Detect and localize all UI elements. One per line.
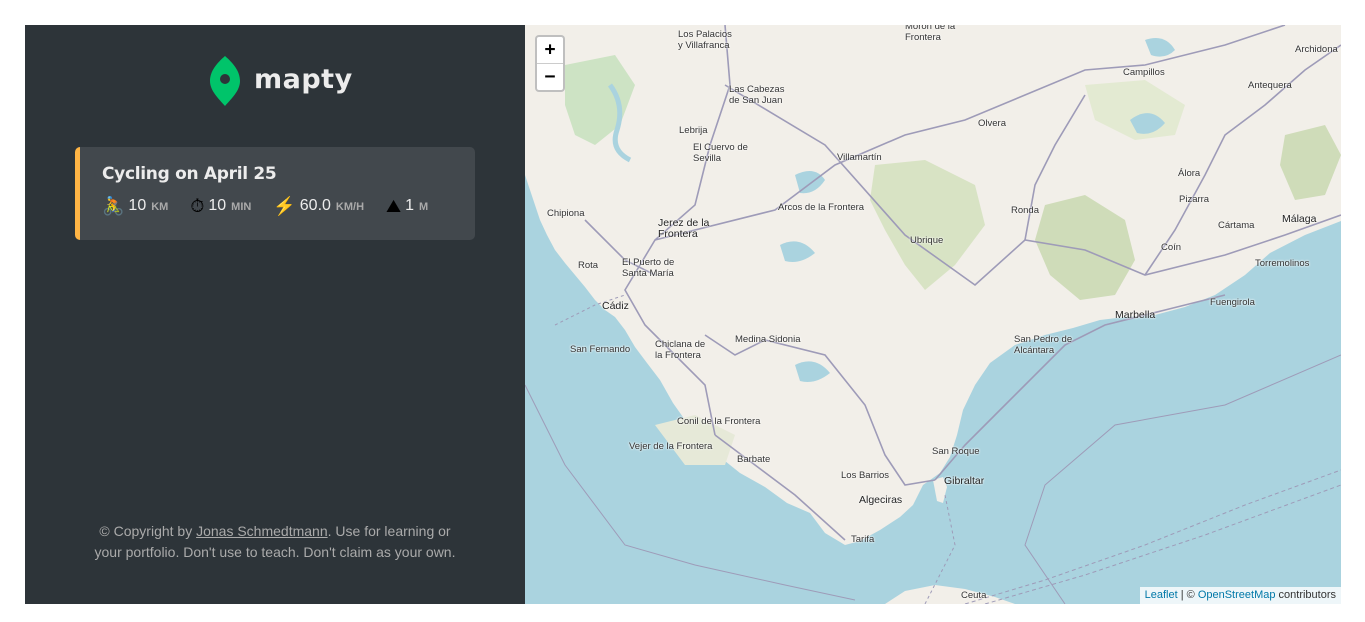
place-label: Málaga	[1282, 213, 1317, 225]
distance-unit: km	[151, 201, 169, 213]
duration-unit: min	[231, 201, 252, 213]
place-label: Jerez de la Frontera	[658, 217, 710, 240]
elevation-unit: m	[419, 201, 429, 213]
place-label: Pizarra	[1179, 194, 1210, 205]
logo-text: mapty	[254, 63, 353, 95]
speed-detail: ⚡️ 60.0 km/h	[273, 195, 364, 215]
place-label: Cártama	[1218, 220, 1255, 231]
place-label: Arcos de la Frontera	[778, 202, 865, 213]
place-label: Chiclana de la Frontera	[655, 339, 706, 361]
distance-detail: 🚴 10 km	[102, 195, 168, 215]
logo: mapty	[209, 55, 353, 107]
map[interactable]: Los Palacios y Villafranca Morón de la F…	[525, 25, 1341, 604]
place-label: Ceuta	[961, 590, 987, 601]
distance-value: 10	[128, 197, 147, 214]
place-label: Tarifa	[851, 534, 875, 545]
lightning-icon: ⚡️	[273, 196, 296, 216]
copyright-text: © Copyright by Jonas Schmedtmann. Use fo…	[25, 521, 525, 563]
place-label: Chipiona	[547, 208, 585, 219]
place-label: Campillos	[1123, 67, 1165, 78]
place-label: Marbella	[1115, 309, 1156, 321]
place-label: Vejer de la Frontera	[629, 441, 713, 452]
place-label: Gibraltar	[944, 475, 985, 487]
speed-unit: km/h	[335, 201, 365, 213]
place-label: Álora	[1178, 168, 1201, 179]
copyright-prefix: © Copyright by	[99, 523, 197, 539]
speed-value: 60.0	[299, 197, 331, 214]
place-label: Archidona	[1295, 44, 1338, 55]
zoom-out-button[interactable]: −	[537, 63, 563, 90]
zoom-control: + −	[535, 35, 565, 92]
place-label: Conil de la Frontera	[677, 416, 761, 427]
sidebar: mapty Cycling on April 25 🚴 10 km ⏱ 10 m…	[25, 25, 525, 604]
leaflet-link[interactable]: Leaflet	[1145, 589, 1178, 601]
place-label: San Roque	[932, 446, 980, 457]
stopwatch-icon: ⏱	[190, 196, 205, 216]
duration-detail: ⏱ 10 min	[190, 195, 251, 215]
place-label: San Fernando	[570, 344, 631, 355]
place-label: El Cuervo de Sevilla	[693, 142, 748, 164]
osm-link[interactable]: OpenStreetMap	[1198, 589, 1276, 601]
place-label: Ronda	[1011, 205, 1039, 216]
place-label: Ubrique	[910, 235, 944, 246]
attribution-separator: | ©	[1177, 589, 1198, 601]
elevation-value: 1	[405, 197, 415, 214]
cyclist-icon: 🚴	[102, 196, 125, 216]
mountain-icon: ⛰	[386, 196, 402, 216]
place-label: Antequera	[1248, 80, 1292, 91]
place-label: San Pedro de Alcántara	[1014, 334, 1073, 356]
place-label: El Puerto de Santa María	[622, 257, 675, 279]
place-label: Barbate	[737, 454, 771, 465]
zoom-in-button[interactable]: +	[537, 37, 563, 63]
place-label: Torremolinos	[1255, 258, 1310, 269]
workout-title: Cycling on April 25	[102, 164, 277, 184]
place-label: Cádiz	[602, 300, 629, 312]
place-label: Fuengirola	[1210, 297, 1255, 308]
attribution-suffix: contributors	[1275, 589, 1336, 601]
map-attribution: Leaflet | © OpenStreetMap contributors	[1139, 587, 1341, 604]
place-label: Olvera	[978, 118, 1006, 129]
elevation-detail: ⛰ 1 m	[386, 195, 428, 215]
author-link[interactable]: Jonas Schmedtmann	[196, 523, 328, 539]
place-label: Medina Sidonia	[735, 334, 801, 345]
place-label: Villamartín	[837, 152, 882, 163]
place-label: Los Barrios	[841, 470, 890, 481]
workout-card[interactable]: Cycling on April 25 🚴 10 km ⏱ 10 min ⚡️ …	[75, 147, 475, 240]
place-label: Coín	[1161, 242, 1182, 253]
map-pin-icon	[210, 56, 240, 106]
place-label: Lebrija	[679, 125, 708, 136]
map-tiles[interactable]	[525, 25, 1341, 604]
app-container: mapty Cycling on April 25 🚴 10 km ⏱ 10 m…	[25, 25, 1341, 604]
place-label: Las Cabezas de San Juan	[729, 84, 785, 106]
place-label: Algeciras	[859, 494, 903, 506]
place-label: Los Palacios y Villafranca	[678, 29, 732, 51]
place-label: Morón de la Frontera	[905, 25, 956, 43]
duration-value: 10	[208, 197, 227, 214]
place-label: Rota	[578, 260, 599, 271]
workout-details: 🚴 10 km ⏱ 10 min ⚡️ 60.0 km/h ⛰ 1 m	[102, 195, 475, 215]
